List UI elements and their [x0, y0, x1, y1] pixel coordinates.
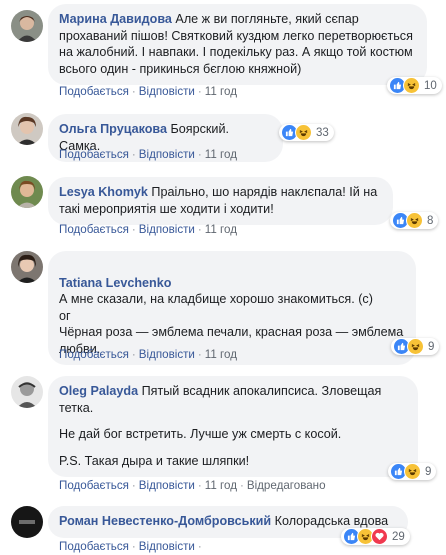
reply-link[interactable]: Відповісти [139, 540, 195, 553]
haha-icon [403, 77, 420, 94]
comment-bubble: Oleg Palayda Пятый всадник апокалипсиса.… [48, 376, 418, 477]
comment-paragraph: P.S. Такая дыра и такие шляпки! [59, 453, 250, 468]
separator: · [239, 479, 244, 492]
comment-actions: Подобається · Відповісти · 11 год [59, 85, 237, 98]
separator: · [197, 223, 202, 236]
avatar[interactable] [11, 251, 43, 283]
separator: · [197, 85, 202, 98]
avatar[interactable] [11, 113, 43, 145]
separator: · [197, 348, 202, 361]
like-link[interactable]: Подобається [59, 540, 129, 553]
avatar[interactable] [11, 376, 43, 408]
comment-time[interactable]: 11 год [205, 223, 237, 236]
haha-icon [404, 463, 421, 480]
comment-author[interactable]: Tatiana Levchenko [59, 276, 171, 290]
reaction-count: 10 [424, 79, 437, 92]
haha-icon [406, 212, 423, 229]
haha-icon [295, 124, 312, 141]
haha-icon [407, 338, 424, 355]
comment-text: Колорадська вдова [274, 514, 389, 528]
comment-author[interactable]: Oleg Palayda [59, 384, 138, 398]
separator: · [131, 223, 136, 236]
comment-bubble: Марина Давидова Але ж ви погляньте, який… [48, 4, 427, 85]
reactions-summary[interactable]: 9 [391, 338, 440, 355]
reactions-summary[interactable]: 29 [341, 528, 410, 545]
like-link[interactable]: Подобається [59, 85, 129, 98]
separator: · [131, 540, 136, 553]
reactions-summary[interactable]: 10 [387, 77, 442, 94]
reactions-summary[interactable]: 33 [279, 124, 334, 141]
reaction-count: 33 [316, 126, 329, 139]
comment-time[interactable]: 11 год [205, 148, 237, 161]
comment-author[interactable]: Марина Давидова [59, 12, 172, 26]
reply-link[interactable]: Відповісти [139, 85, 195, 98]
comment-time[interactable]: 11 год [205, 479, 237, 492]
like-link[interactable]: Подобається [59, 479, 129, 492]
separator: · [197, 148, 202, 161]
comment-actions: Подобається · Відповісти · [59, 540, 205, 553]
like-link[interactable]: Подобається [59, 223, 129, 236]
separator: · [131, 479, 136, 492]
reaction-count: 29 [392, 530, 405, 543]
comment-author[interactable]: Lesya Khomyk [59, 185, 148, 199]
like-link[interactable]: Подобається [59, 348, 129, 361]
reaction-count: 9 [428, 340, 435, 353]
comment-time[interactable]: 11 год [205, 348, 237, 361]
separator: · [131, 148, 136, 161]
comment-paragraph: Не дай бог встретить. Лучше уж смерть с … [59, 427, 342, 441]
reply-link[interactable]: Відповісти [139, 223, 195, 236]
comment-actions: Подобається · Відповісти · 11 год [59, 223, 237, 236]
comment-text: А мне сказали, на кладбище хорошо знаком… [59, 292, 404, 356]
separator: · [197, 479, 202, 492]
like-link[interactable]: Подобається [59, 148, 129, 161]
separator: · [197, 540, 202, 553]
avatar[interactable] [11, 506, 43, 538]
comment-paragraph: Oleg Palayda Пятый всадник апокалипсиса.… [59, 383, 407, 416]
comment-actions: Подобається · Відповісти · 11 год [59, 148, 237, 161]
comment-actions: Подобається · Відповісти · 11 год · Відредагов… [59, 479, 326, 492]
reply-link[interactable]: Відповісти [139, 479, 195, 492]
reply-link[interactable]: Відповісти [139, 348, 195, 361]
comment-actions: Подобається · Відповісти · 11 год [59, 348, 237, 361]
reply-link[interactable]: Відповісти [139, 148, 195, 161]
edited-label[interactable]: Відредаговано [247, 479, 326, 492]
heart-icon [371, 528, 388, 545]
separator: · [131, 85, 136, 98]
reactions-summary[interactable]: 8 [390, 212, 439, 229]
separator: · [131, 348, 136, 361]
reaction-count: 9 [425, 465, 432, 478]
reaction-count: 8 [427, 214, 434, 227]
comment-bubble: Lesya Khomyk Праільно, шо нарядів наклєп… [48, 177, 393, 225]
comment-time[interactable]: 11 год [205, 85, 237, 98]
avatar[interactable] [11, 10, 43, 42]
avatar[interactable] [11, 176, 43, 208]
comment-author[interactable]: Ольга Пруцакова [59, 122, 167, 136]
comment-author[interactable]: Роман Невестенко-Домбровський [59, 514, 271, 528]
reactions-summary[interactable]: 9 [388, 463, 437, 480]
